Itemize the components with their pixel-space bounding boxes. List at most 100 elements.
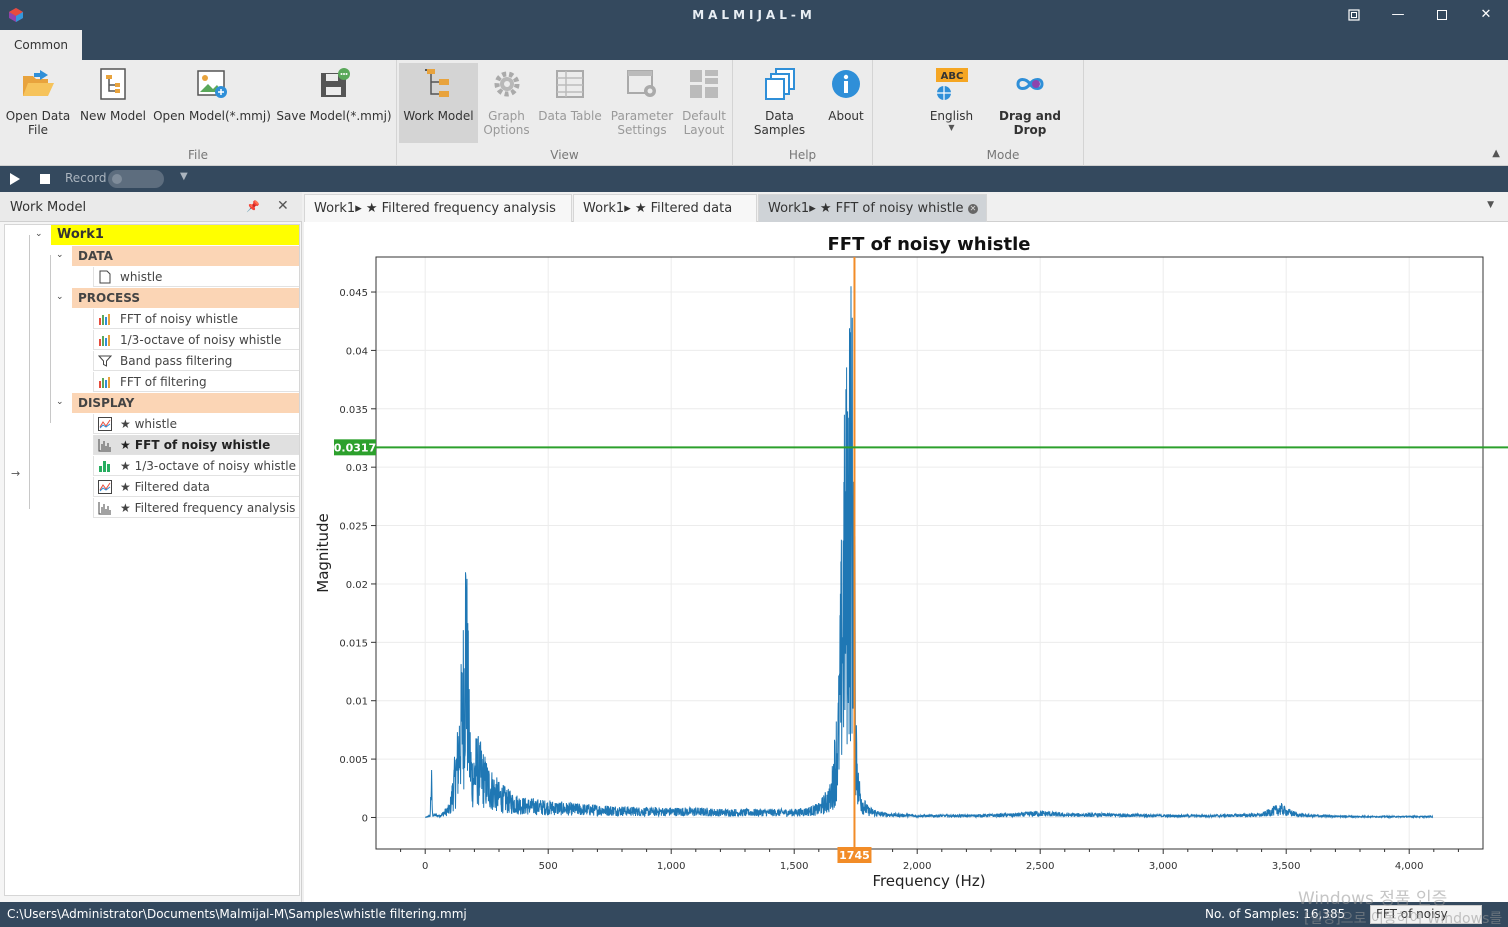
chevron-down-icon[interactable]: ⌄ (35, 229, 43, 239)
record-toolbar: Record ▼ (0, 166, 1508, 192)
tree-item-band-pass-filtering[interactable]: Band pass filtering (93, 351, 299, 371)
file-icon (99, 270, 111, 284)
tree-item-display-fft-noisy-whistle[interactable]: ★ FFT of noisy whistle (93, 435, 299, 455)
tree-item-work[interactable]: Work1 (51, 225, 299, 245)
close-panel-icon[interactable]: ✕ (277, 198, 289, 214)
about-button[interactable]: About (823, 63, 869, 143)
work-model-button[interactable]: Work Model (399, 63, 478, 143)
info-icon (832, 70, 860, 98)
maximize-button[interactable] (1420, 0, 1464, 30)
minimize-button[interactable]: — (1376, 0, 1420, 30)
close-tab-icon[interactable]: ✕ (968, 204, 978, 214)
collapse-ribbon-icon[interactable]: ▲ (1492, 148, 1500, 159)
ribbon-group-file: Open Data File New Model Open Model(*.mm… (0, 60, 397, 166)
data-table-button[interactable]: Data Table (536, 63, 604, 143)
tree-category-process[interactable]: PROCESS (72, 288, 299, 308)
tree-item-whistle[interactable]: whistle (93, 267, 299, 287)
gear-icon (494, 71, 519, 97)
record-toggle[interactable] (108, 170, 164, 188)
chart-grid (376, 257, 1483, 849)
x-tick-label: 2,000 (903, 861, 932, 872)
title-bar: MALMIJAL-M — ✕ (0, 0, 1508, 30)
tree-guide-line (29, 235, 30, 509)
tree-item-fft-of-filtering[interactable]: FFT of filtering (93, 372, 299, 392)
cursor-x-value: 1745 (839, 849, 870, 862)
document-tab-bar: Work1▸ ★ Filtered frequency analysis Wor… (304, 192, 1508, 222)
tree-item-display-octave[interactable]: ★ 1/3-octave of noisy whistle (93, 456, 299, 476)
x-axis-label: Frequency (Hz) (872, 872, 985, 890)
tree-item-display-whistle[interactable]: ★ whistle (93, 414, 299, 434)
graph-options-button[interactable]: Graph Options (479, 63, 534, 143)
color-bars-icon (99, 314, 110, 325)
x-tick-label: 4,000 (1395, 861, 1424, 872)
ribbon-group-view: Work Model Graph Options Data Table Para… (397, 60, 733, 166)
ribbon-group-mode: ABC English ▼ Drag and Drop Mode (923, 60, 1084, 166)
tree-item-octave-noisy-whistle[interactable]: 1/3-octave of noisy whistle (93, 330, 299, 350)
y-tick-label: 0.005 (339, 755, 368, 766)
data-samples-button[interactable]: Data Samples (738, 63, 821, 143)
fft-chart[interactable]: FFT of noisy whistle 0 500 1,000 1,500 2,000… (304, 222, 1508, 902)
language-icon: ABC (935, 68, 968, 100)
open-data-file-button[interactable]: Open Data File (3, 63, 73, 143)
minimize-icon: — (1391, 7, 1405, 22)
ribbon-tab-bar: Common (0, 30, 1508, 60)
new-model-button[interactable]: New Model (77, 63, 149, 143)
tabs-dropdown-chevron-icon[interactable]: ▼ (1487, 200, 1494, 210)
group-label-help: Help (788, 148, 817, 162)
panel-header: Work Model 📌 ✕ (0, 192, 302, 222)
x-tick-label: 3,000 (1149, 861, 1178, 872)
y-tick-label: 0.02 (346, 580, 368, 591)
language-dropdown-chevron-icon: ▼ (948, 123, 955, 132)
parameter-settings-button[interactable]: Parameter Settings (607, 63, 677, 143)
group-label-view: View (550, 148, 579, 162)
tree-item-fft-noisy-whistle[interactable]: FFT of noisy whistle (93, 309, 299, 329)
maximize-icon (1437, 9, 1447, 20)
ribbon-group-help: Data Samples About Help (733, 60, 873, 166)
tab-common[interactable]: Common (0, 30, 82, 60)
tree-item-display-filtered-data[interactable]: ★ Filtered data (93, 477, 299, 497)
play-icon[interactable] (8, 171, 22, 187)
work-model-panel: Work Model 📌 ✕ ⌄ Work1 ⌄ DATA whistle ⌄ … (0, 192, 302, 902)
open-model-button[interactable]: Open Model(*.mmj) (153, 63, 271, 143)
svg-text:ABC: ABC (940, 71, 963, 82)
x-tick-label: 3,500 (1272, 861, 1301, 872)
new-model-icon (100, 68, 126, 100)
restore-layout-icon (1348, 8, 1360, 21)
tree-item-display-filtered-frequency[interactable]: ★ Filtered frequency analysis (93, 498, 299, 518)
tree-category-data[interactable]: DATA (72, 246, 299, 266)
close-button[interactable]: ✕ (1464, 0, 1508, 30)
chart-area: FFT of noisy whistle 0 500 1,000 1,500 2,000… (304, 222, 1508, 902)
y-tick-label: 0.045 (339, 288, 368, 299)
tab-fft-noisy-whistle[interactable]: Work1▸ ★ FFT of noisy whistle ✕ (758, 194, 987, 222)
chevron-down-icon[interactable]: ⌄ (56, 292, 64, 302)
chevron-down-icon[interactable]: ⌄ (56, 397, 64, 407)
group-label-file: File (187, 148, 209, 162)
record-dropdown-chevron-icon[interactable]: ▼ (180, 171, 188, 182)
stop-icon[interactable] (40, 174, 50, 184)
default-layout-button[interactable]: Default Layout (679, 63, 729, 143)
pin-icon[interactable]: 📌 (246, 200, 260, 213)
y-tick-label: 0 (362, 813, 368, 824)
tree-category-display[interactable]: DISPLAY (72, 393, 299, 413)
line-chart-icon (98, 417, 112, 431)
x-tick-label: 500 (539, 861, 558, 872)
ribbon: Open Data File New Model Open Model(*.mm… (0, 60, 1508, 166)
app-title: MALMIJAL-M (692, 8, 816, 22)
series-line-fft (424, 286, 1434, 820)
record-label: Record (65, 171, 107, 185)
tab-filtered-frequency-analysis[interactable]: Work1▸ ★ Filtered frequency analysis (304, 194, 572, 222)
x-tick-label: 2,500 (1026, 861, 1055, 872)
color-bars-icon (99, 377, 110, 388)
restore-layout-button[interactable] (1332, 0, 1376, 30)
plot-frame (375, 256, 1484, 850)
y-tick-label: 0.01 (346, 697, 368, 708)
save-model-icon (321, 68, 350, 97)
y-tick-label: 0.025 (339, 522, 368, 533)
infinity-icon (1016, 78, 1044, 90)
english-language-button[interactable]: ABC English ▼ (928, 63, 975, 143)
open-model-icon (197, 70, 227, 98)
save-model-button[interactable]: Save Model(*.mmj) (276, 63, 392, 143)
chevron-down-icon[interactable]: ⌄ (56, 250, 64, 260)
tab-filtered-data[interactable]: Work1▸ ★ Filtered data (573, 194, 757, 222)
drag-and-drop-button[interactable]: Drag and Drop (981, 63, 1079, 143)
